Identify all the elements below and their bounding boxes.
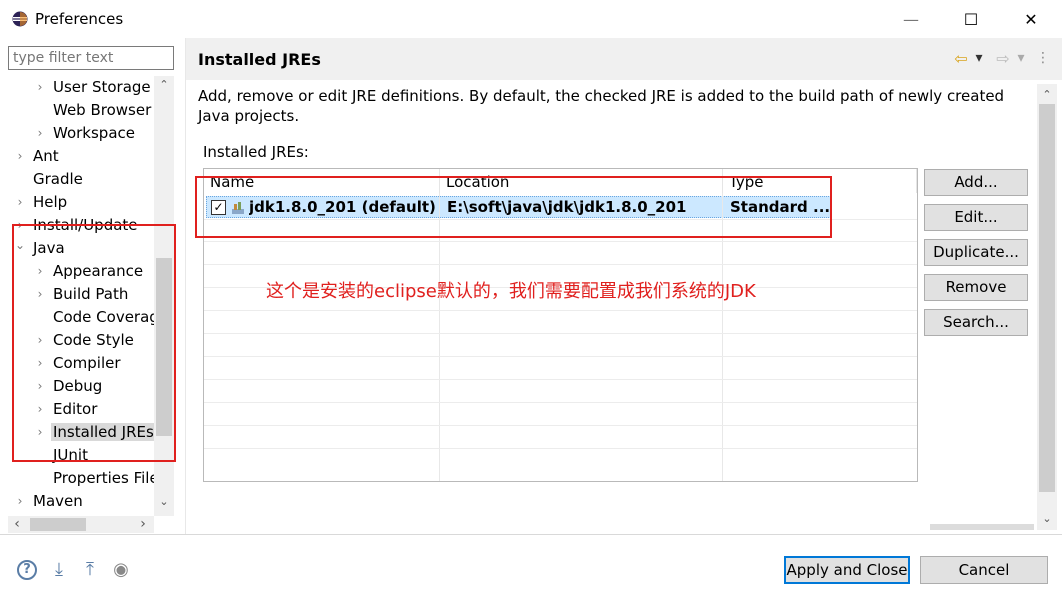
row-divider [204, 379, 917, 380]
chevron-right-icon[interactable]: › [14, 145, 26, 168]
cancel-button[interactable]: Cancel [920, 556, 1048, 584]
duplicate-button-label: Duplicate... [933, 243, 1019, 261]
filter-input[interactable] [8, 46, 174, 70]
row-divider [204, 241, 917, 242]
chevron-right-icon[interactable]: › [14, 191, 26, 214]
scroll-down-icon[interactable]: ⌄ [156, 495, 172, 509]
edit-button-label: Edit... [954, 208, 998, 226]
chevron-right-icon[interactable]: › [34, 76, 46, 99]
annotation-note: 这个是安装的eclipse默认的，我们需要配置成我们系统的JDK [266, 281, 756, 302]
help-icon[interactable]: ? [17, 560, 37, 580]
export-icon[interactable]: ⤒ [80, 560, 100, 580]
add-jre-button[interactable]: Add... [924, 169, 1028, 196]
row-divider [204, 333, 917, 334]
pane-divider[interactable] [185, 38, 186, 534]
tree-item-label: User Storage [53, 78, 151, 96]
maximize-icon: ☐ [963, 9, 979, 29]
tree-item-help[interactable]: › Help [14, 191, 69, 214]
tree-item-workspace[interactable]: › Workspace [34, 122, 137, 145]
tree-item-user-storage[interactable]: › User Storage [34, 76, 153, 99]
row-divider [204, 264, 917, 265]
import-icon[interactable]: ⤓ [49, 560, 69, 580]
scroll-up-icon[interactable]: ⌃ [1039, 88, 1055, 102]
remove-button-label: Remove [945, 278, 1007, 296]
footer-separator [0, 534, 1062, 535]
scroll-right-icon[interactable]: › [136, 516, 150, 533]
record-icon[interactable]: ◉ [111, 560, 131, 580]
eclipse-app-icon [12, 11, 28, 27]
tree-item-label: Properties File [53, 469, 159, 487]
tree-item-label: Help [33, 193, 68, 211]
back-arrow-icon[interactable]: ⇦ [952, 48, 970, 68]
scroll-up-icon[interactable]: ⌃ [156, 78, 172, 92]
row-divider [204, 402, 917, 403]
window-title: Preferences [35, 10, 124, 28]
page-title: Installed JREs [198, 50, 321, 69]
tree-item-label: Maven [33, 492, 83, 510]
tree-item-label: Workspace [53, 124, 135, 142]
search-button-label: Search... [943, 313, 1009, 331]
tree-item-properties-file[interactable]: Properties File [34, 467, 161, 490]
tree-item-label: Web Browser [53, 101, 152, 119]
tree-item-label: Ant [33, 147, 59, 165]
row-divider [204, 448, 917, 449]
scroll-left-icon[interactable]: ‹ [10, 516, 24, 533]
annotation-highlight-jre-row [195, 176, 832, 238]
close-icon: ✕ [1024, 9, 1038, 29]
duplicate-jre-button[interactable]: Duplicate... [924, 239, 1028, 266]
back-menu-icon[interactable]: ▾ [972, 48, 986, 68]
tree-item-maven[interactable]: › Maven [14, 490, 85, 513]
apply-and-close-button[interactable]: Apply and Close [784, 556, 910, 584]
maximize-button[interactable]: ☐ [948, 0, 994, 38]
view-menu-icon[interactable]: ⋮ [1036, 48, 1050, 68]
add-button-label: Add... [954, 173, 998, 191]
chevron-right-icon[interactable]: › [14, 490, 26, 513]
row-divider [204, 356, 917, 357]
tree-item-gradle[interactable]: Gradle [14, 168, 85, 191]
page-description: Add, remove or edit JRE definitions. By … [198, 87, 1005, 125]
annotation-highlight-installed-jres [12, 224, 176, 462]
edit-jre-button[interactable]: Edit... [924, 204, 1028, 231]
content-vertical-scroll-thumb[interactable] [1039, 104, 1055, 492]
forward-arrow-icon[interactable]: ⇨ [994, 48, 1012, 68]
search-jre-button[interactable]: Search... [924, 309, 1028, 336]
tree-item-ant[interactable]: › Ant [14, 145, 61, 168]
forward-menu-icon[interactable]: ▾ [1014, 48, 1028, 68]
chevron-right-icon[interactable]: › [34, 122, 46, 145]
scroll-down-icon[interactable]: ⌄ [1039, 512, 1055, 526]
minimize-icon: — [903, 9, 919, 29]
tree-item-label: Gradle [33, 170, 83, 188]
tree-horizontal-scroll-thumb[interactable] [30, 518, 86, 531]
tree-item-web-browser[interactable]: Web Browser [34, 99, 153, 122]
minimize-button[interactable]: — [888, 0, 934, 38]
close-button[interactable]: ✕ [1008, 0, 1054, 38]
installed-jres-label: Installed JREs: [203, 143, 309, 161]
content-horizontal-scrollbar[interactable] [930, 524, 1034, 530]
row-divider [204, 310, 917, 311]
remove-jre-button[interactable]: Remove [924, 274, 1028, 301]
row-divider [204, 425, 917, 426]
